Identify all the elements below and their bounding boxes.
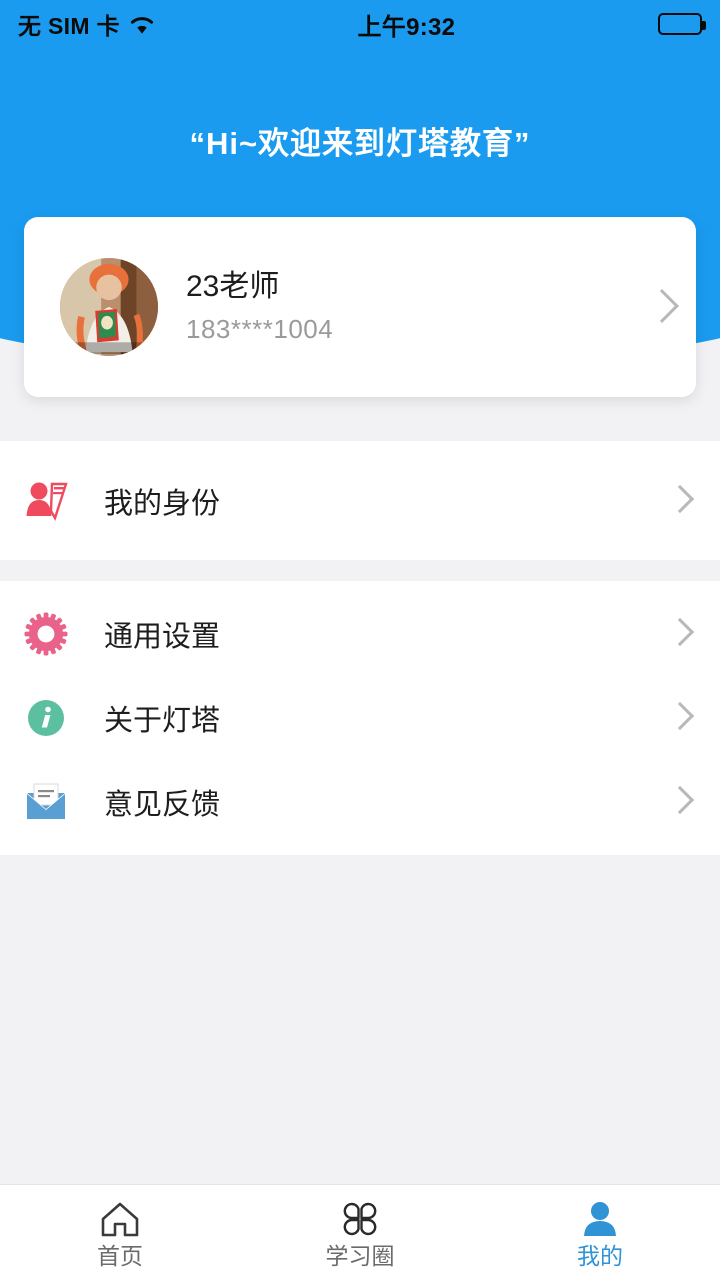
tab-label: 首页 bbox=[97, 1242, 143, 1269]
list-item-feedback[interactable]: 意见反馈 bbox=[0, 760, 720, 844]
profile-phone: 183****1004 bbox=[186, 314, 334, 344]
chevron-right-icon[interactable] bbox=[668, 699, 690, 737]
tab-study-circle[interactable]: 学习圈 bbox=[240, 1185, 480, 1280]
home-icon bbox=[98, 1198, 142, 1240]
person-icon bbox=[578, 1198, 622, 1240]
list-item-about[interactable]: 关于灯塔 bbox=[0, 676, 720, 760]
chevron-right-icon[interactable] bbox=[668, 615, 690, 653]
info-circle-icon bbox=[22, 694, 70, 742]
welcome-title: “Hi~欢迎来到灯塔教育” bbox=[189, 126, 531, 161]
list-item-label: 通用设置 bbox=[104, 621, 221, 653]
clock-label: 上午9:32 bbox=[357, 13, 456, 41]
clover-icon bbox=[338, 1198, 382, 1240]
bottom-tab-bar: 首页 学习圈 我的 bbox=[0, 1184, 720, 1280]
tab-home[interactable]: 首页 bbox=[0, 1185, 240, 1280]
status-bar-center: 上午9:32 bbox=[155, 7, 658, 42]
tab-mine[interactable]: 我的 bbox=[480, 1185, 720, 1280]
chevron-right-icon[interactable] bbox=[668, 783, 690, 821]
gear-icon bbox=[22, 610, 70, 658]
status-bar-right bbox=[658, 13, 706, 35]
list-item-general-settings[interactable]: 通用设置 bbox=[0, 592, 720, 676]
list-item-my-identity[interactable]: 我的身份 bbox=[0, 441, 720, 560]
list-item-label: 我的身份 bbox=[104, 487, 221, 520]
profile-card[interactable]: 23老师 183****1004 bbox=[24, 217, 696, 397]
settings-section-general: 通用设置 关于灯塔 意见反馈 bbox=[0, 581, 720, 855]
tab-label: 学习圈 bbox=[325, 1242, 395, 1269]
carrier-label: 无 SIM 卡 bbox=[18, 13, 120, 39]
battery-icon bbox=[658, 13, 706, 35]
avatar bbox=[60, 258, 158, 356]
list-item-label: 意见反馈 bbox=[104, 789, 221, 821]
list-item-label: 关于灯塔 bbox=[104, 705, 221, 737]
app-root: 无 SIM 卡 上午9:32 “Hi~欢迎来到灯塔教育” 23老师 183***… bbox=[0, 0, 720, 1280]
envelope-icon bbox=[22, 778, 70, 826]
settings-section-identity: 我的身份 bbox=[0, 441, 720, 560]
chevron-right-icon[interactable] bbox=[648, 288, 670, 326]
status-bar-left: 无 SIM 卡 bbox=[18, 7, 155, 41]
profile-text: 23老师 183****1004 bbox=[186, 270, 648, 344]
profile-name: 23老师 bbox=[186, 270, 280, 303]
tab-label: 我的 bbox=[577, 1242, 623, 1269]
wifi-icon bbox=[129, 14, 155, 34]
status-bar: 无 SIM 卡 上午9:32 bbox=[0, 0, 720, 48]
identity-card-icon bbox=[22, 477, 70, 525]
chevron-right-icon[interactable] bbox=[668, 482, 690, 520]
